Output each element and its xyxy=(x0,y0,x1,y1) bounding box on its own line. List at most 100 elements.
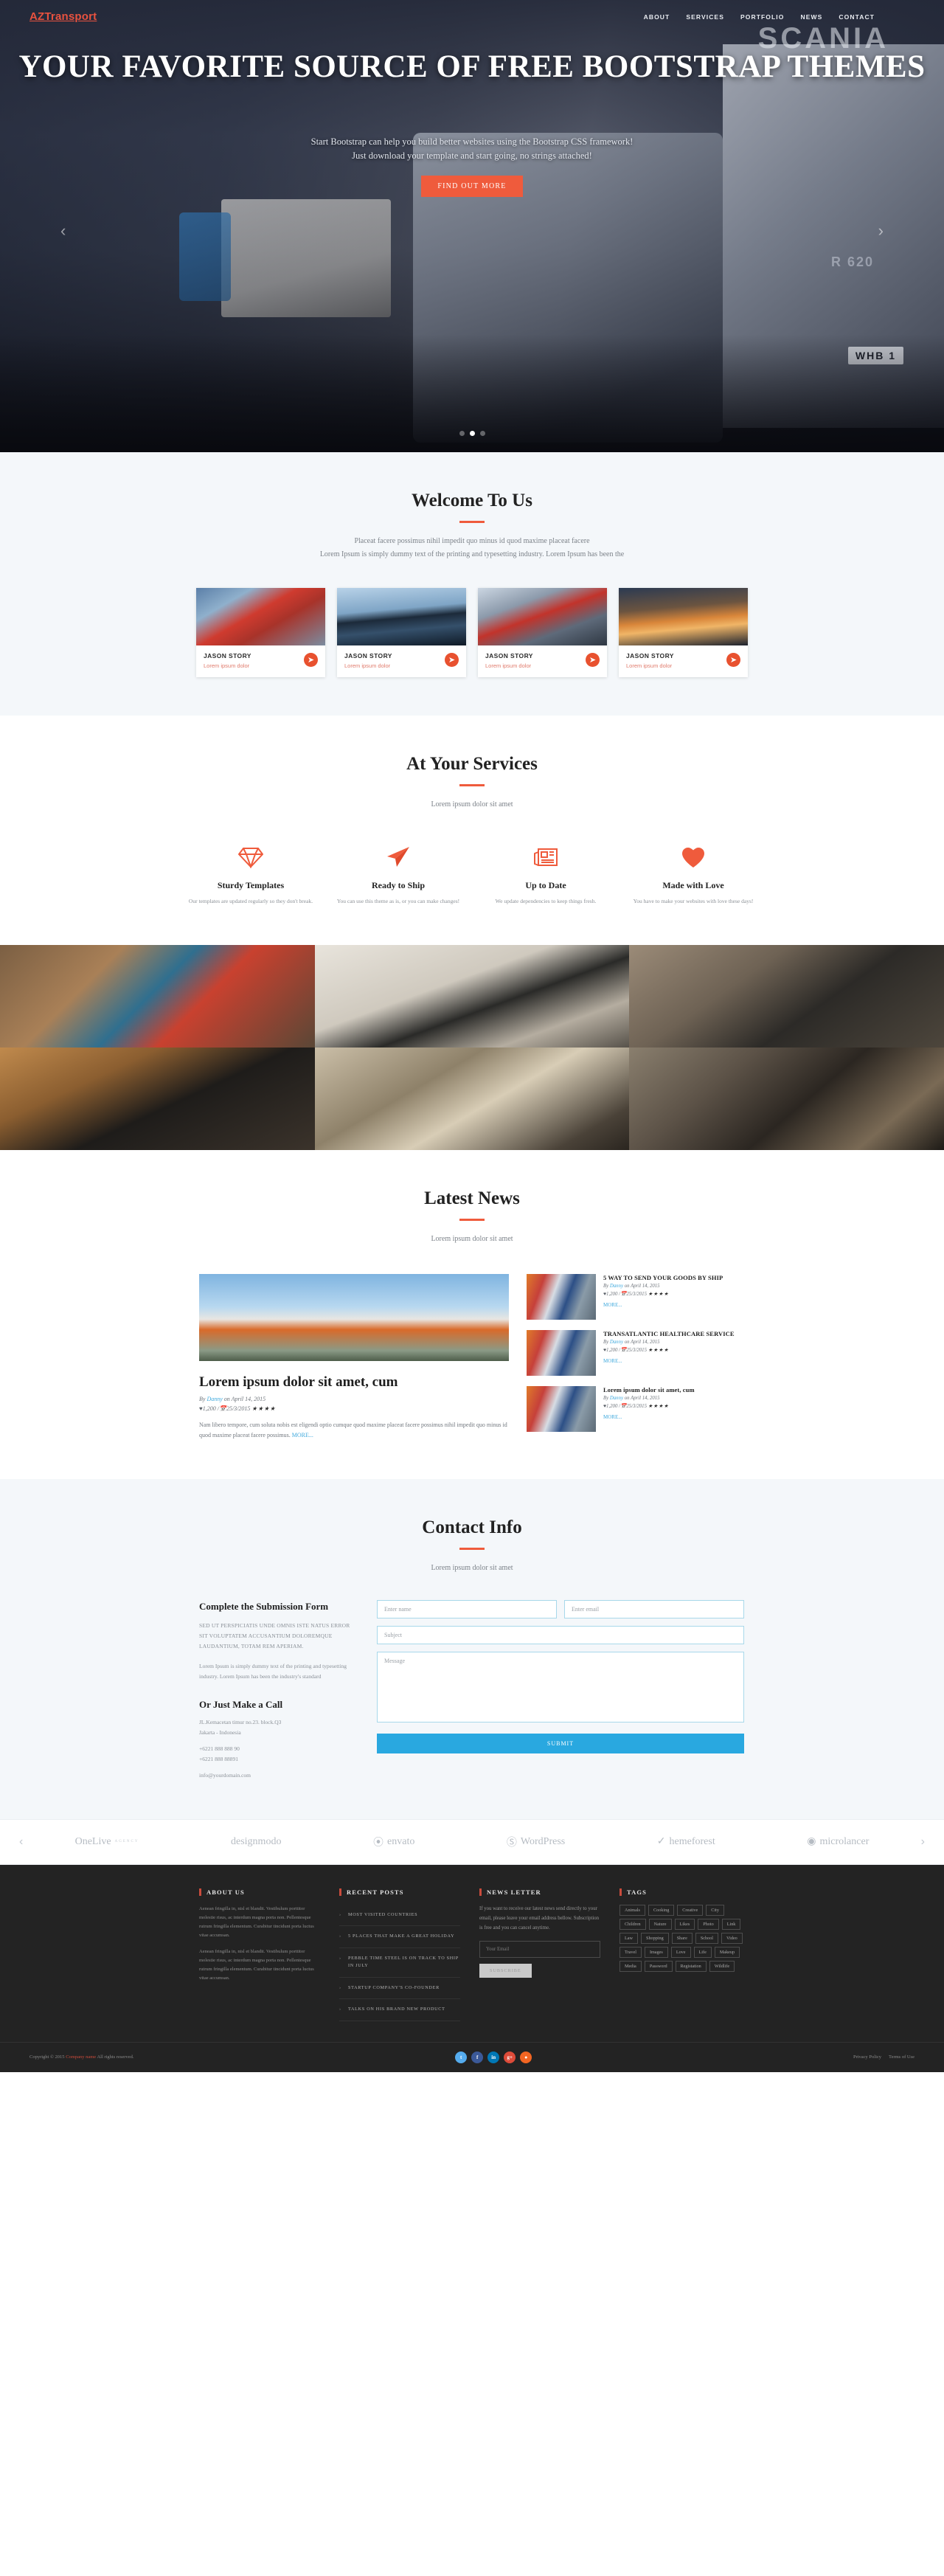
partner-logo-designmodo[interactable]: designmodo xyxy=(231,1836,281,1848)
tag-item[interactable]: Animals xyxy=(620,1904,645,1916)
tag-item[interactable]: Life xyxy=(693,1946,712,1958)
tag-item[interactable]: Likes xyxy=(674,1918,695,1930)
tag-item[interactable]: Makeup xyxy=(714,1946,740,1958)
facebook-icon[interactable]: f xyxy=(471,2051,484,2063)
post-thumbnail[interactable] xyxy=(527,1385,596,1432)
footer-recent-post[interactable]: PEBBLE TIME STEEL IS ON TRACK TO SHIP IN… xyxy=(339,1948,460,1978)
linkedin-icon[interactable]: in xyxy=(487,2051,500,2063)
list-item[interactable]: TRANSATLANTIC HEALTHCARE SERVICE By Dann… xyxy=(527,1329,745,1376)
nav-item-contact[interactable]: CONTACT xyxy=(839,13,875,21)
twitter-icon[interactable]: t xyxy=(455,2051,468,2063)
hero-content: YOUR FAVORITE SOURCE OF FREE BOOTSTRAP T… xyxy=(0,23,944,197)
carousel-dot-1[interactable] xyxy=(459,431,465,436)
post-thumbnail[interactable] xyxy=(527,1273,596,1320)
portfolio-tile[interactable] xyxy=(314,944,630,1048)
contact-email[interactable]: info@yourdomain.com xyxy=(199,1770,358,1781)
post-title[interactable]: 5 WAY TO SEND YOUR GOODS BY SHIP xyxy=(603,1274,723,1281)
post-thumbnail[interactable] xyxy=(527,1329,596,1376)
read-more-link[interactable]: MORE... xyxy=(603,1302,622,1308)
tag-item[interactable]: School xyxy=(695,1932,719,1944)
newsletter-email-input[interactable] xyxy=(479,1941,600,1959)
arrow-right-icon[interactable]: ➤ xyxy=(586,653,600,667)
meta-author-link[interactable]: Danny xyxy=(610,1396,623,1401)
nav-item-services[interactable]: SERVICES xyxy=(686,13,724,21)
partner-logo-microlancer[interactable]: ◉ microlancer xyxy=(807,1835,869,1848)
list-item[interactable]: 5 WAY TO SEND YOUR GOODS BY SHIP By Dann… xyxy=(527,1273,745,1320)
post-title[interactable]: TRANSATLANTIC HEALTHCARE SERVICE xyxy=(603,1330,735,1337)
read-more-link[interactable]: MORE... xyxy=(603,1358,622,1364)
list-item[interactable]: JASON STORY Lorem ipsum dolor ➤ xyxy=(619,588,748,677)
tag-item[interactable]: Registation xyxy=(675,1960,707,1972)
partner-logo-wordpress[interactable]: Ⓢ WordPress xyxy=(507,1835,565,1849)
tag-item[interactable]: Law xyxy=(620,1932,638,1944)
carousel-dot-2[interactable] xyxy=(469,431,475,436)
tag-item[interactable]: Video xyxy=(721,1932,743,1944)
portfolio-tile[interactable] xyxy=(314,1047,630,1150)
featured-post-title[interactable]: Lorem ipsum dolor sit amet, cum xyxy=(199,1374,509,1391)
carousel-next-arrow[interactable]: › xyxy=(878,221,884,240)
read-more-link[interactable]: MORE... xyxy=(292,1432,313,1438)
arrow-right-icon[interactable]: ➤ xyxy=(445,653,459,667)
list-item[interactable]: JASON STORY Lorem ipsum dolor ➤ xyxy=(196,588,325,677)
partners-prev-arrow[interactable]: ‹ xyxy=(13,1835,29,1849)
portfolio-tile[interactable] xyxy=(629,1047,944,1150)
like-count: 1,200 xyxy=(606,1403,618,1409)
meta-author-link[interactable]: Danny xyxy=(610,1340,623,1345)
tag-item[interactable]: Children xyxy=(620,1918,646,1930)
message-textarea[interactable] xyxy=(377,1651,744,1722)
tag-item[interactable]: City xyxy=(706,1904,724,1916)
tag-item[interactable]: Nature xyxy=(648,1918,672,1930)
tag-item[interactable]: Photo xyxy=(698,1918,719,1930)
read-more-link[interactable]: MORE... xyxy=(603,1414,622,1420)
terms-of-use-link[interactable]: Terms of Use xyxy=(889,2054,914,2060)
copyright-brand[interactable]: Company name xyxy=(66,2054,96,2060)
tag-item[interactable]: Cooking xyxy=(648,1904,675,1916)
list-item[interactable]: JASON STORY Lorem ipsum dolor ➤ xyxy=(337,588,466,677)
brand-logo[interactable]: AZTransport xyxy=(30,10,97,23)
nav-item-about[interactable]: ABOUT xyxy=(644,13,670,21)
tag-item[interactable]: Travel xyxy=(620,1946,642,1958)
nav-item-news[interactable]: NEWS xyxy=(800,13,822,21)
tag-item[interactable]: Wildlife xyxy=(709,1960,735,1972)
carousel-dot-3[interactable] xyxy=(479,431,485,436)
portfolio-tile[interactable] xyxy=(0,1047,315,1150)
partner-logo-themeforest[interactable]: ✓ hemeforest xyxy=(657,1835,715,1848)
meta-author-link[interactable]: Danny xyxy=(610,1284,623,1289)
portfolio-tile[interactable] xyxy=(0,944,315,1048)
rss-icon[interactable]: ● xyxy=(520,2051,532,2063)
footer-recent-post[interactable]: TALKS ON HIS BRAND NEW PRODUCT xyxy=(339,1999,460,2021)
footer-recent-post[interactable]: MOST VISITED COUNTRIES xyxy=(339,1905,460,1927)
meta-author-link[interactable]: Danny xyxy=(206,1396,222,1402)
subject-input[interactable] xyxy=(377,1625,744,1644)
portfolio-tile[interactable] xyxy=(629,944,944,1048)
newsletter-subscribe-button[interactable]: SUBSCRIBE xyxy=(479,1964,532,1978)
tag-item[interactable]: Share xyxy=(671,1932,693,1944)
arrow-right-icon[interactable]: ➤ xyxy=(304,653,318,667)
partner-logo-onelive[interactable]: OneLive AGENCY xyxy=(75,1836,139,1848)
tag-item[interactable]: Images xyxy=(644,1946,668,1958)
nav-item-portfolio[interactable]: PORTFOLIO xyxy=(740,13,784,21)
list-item[interactable]: Lorem ipsum dolor sit amet, cum By Danny… xyxy=(527,1385,745,1432)
footer-recent-post[interactable]: 5 PLACES THAT MAKE A GREAT HOLIDAY xyxy=(339,1926,460,1948)
footer-recent-post[interactable]: STARTUP COMPANY'S CO-FOUNDER xyxy=(339,1978,460,2000)
carousel-prev-arrow[interactable]: ‹ xyxy=(60,221,66,240)
partners-next-arrow[interactable]: › xyxy=(915,1835,931,1849)
submit-button[interactable]: SUBMIT xyxy=(377,1733,744,1753)
privacy-policy-link[interactable]: Privacy Policy xyxy=(853,2054,881,2060)
featured-post-image[interactable] xyxy=(199,1273,509,1361)
service-name: Made with Love xyxy=(662,880,724,890)
arrow-right-icon[interactable]: ➤ xyxy=(726,653,740,667)
tag-item[interactable]: Password xyxy=(644,1960,673,1972)
tag-item[interactable]: Link xyxy=(721,1918,741,1930)
name-input[interactable] xyxy=(377,1599,557,1618)
email-input[interactable] xyxy=(564,1599,744,1618)
tag-item[interactable]: Love xyxy=(670,1946,691,1958)
find-out-more-button[interactable]: FIND OUT MORE xyxy=(421,175,523,197)
tag-item[interactable]: Shopping xyxy=(641,1932,669,1944)
tag-item[interactable]: Media xyxy=(620,1960,642,1972)
list-item[interactable]: JASON STORY Lorem ipsum dolor ➤ xyxy=(478,588,607,677)
tag-item[interactable]: Creative xyxy=(677,1904,704,1916)
google-plus-icon[interactable]: g+ xyxy=(504,2051,516,2063)
partner-logo-envato[interactable]: ⦿ envato xyxy=(373,1835,414,1849)
post-title[interactable]: Lorem ipsum dolor sit amet, cum xyxy=(603,1386,695,1393)
